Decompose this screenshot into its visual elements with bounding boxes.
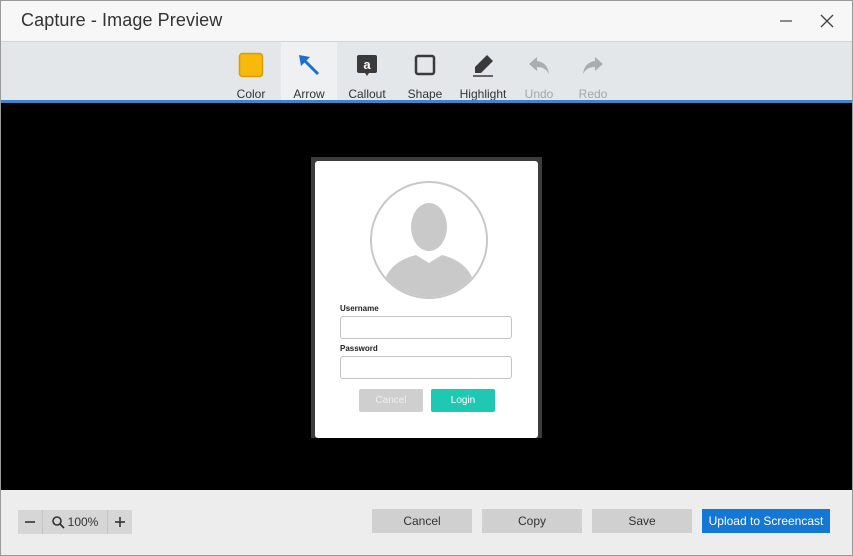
preview-login-button: Login — [431, 389, 495, 412]
tool-undo[interactable]: Undo — [511, 42, 567, 101]
minimize-button[interactable] — [771, 7, 801, 35]
copy-button[interactable]: Copy — [482, 509, 582, 533]
tool-label: Undo — [524, 87, 554, 101]
upload-to-screencast-button[interactable]: Upload to Screencast — [702, 509, 830, 533]
cancel-button[interactable]: Cancel — [372, 509, 472, 533]
tool-shape[interactable]: Shape — [397, 42, 453, 101]
save-button[interactable]: Save — [592, 509, 692, 533]
password-label: Password — [340, 344, 378, 353]
avatar-placeholder — [370, 181, 488, 299]
preview-cancel-button: Cancel — [359, 389, 423, 412]
tool-label: Highlight — [459, 87, 507, 101]
username-field — [340, 316, 512, 339]
preview-canvas[interactable]: Username Password Cancel Login — [1, 103, 852, 490]
capture-preview-window: Capture - Image Preview Color Arrow a Ca… — [0, 0, 853, 556]
tool-label: Callout — [348, 87, 386, 101]
zoom-out-button[interactable] — [18, 510, 42, 534]
shape-icon — [411, 51, 439, 79]
redo-icon — [579, 51, 607, 79]
annotation-toolbar: Color Arrow a Callout Shape Highlight Un… — [1, 41, 852, 101]
captured-image: Username Password Cancel Login — [311, 157, 542, 438]
zoom-in-button[interactable] — [108, 510, 132, 534]
zoom-level: 100% — [67, 515, 99, 529]
color-swatch-icon — [237, 51, 265, 79]
username-label: Username — [340, 304, 379, 313]
arrow-icon — [295, 51, 323, 79]
callout-icon: a — [353, 51, 381, 79]
close-icon — [820, 14, 834, 28]
minus-icon — [25, 521, 35, 523]
tool-label: Shape — [407, 87, 443, 101]
minimize-icon — [780, 20, 792, 22]
window-title: Capture - Image Preview — [21, 10, 223, 30]
tool-label: Redo — [578, 87, 608, 101]
title-bar: Capture - Image Preview — [1, 1, 852, 41]
login-dialog-preview: Username Password Cancel Login — [315, 161, 538, 438]
password-field — [340, 356, 512, 379]
tool-label: Arrow — [293, 87, 325, 101]
tool-label: Color — [236, 87, 266, 101]
tool-color[interactable]: Color — [223, 42, 279, 101]
bottom-bar: 100% Cancel Copy Save Upload to Screenca… — [1, 490, 852, 555]
user-silhouette-icon — [382, 203, 476, 297]
magnifier-icon — [51, 515, 65, 529]
svg-text:a: a — [363, 57, 371, 72]
plus-icon — [115, 517, 125, 527]
tool-arrow[interactable]: Arrow — [281, 42, 337, 101]
zoom-control: 100% — [18, 510, 132, 534]
undo-icon — [525, 51, 553, 79]
tool-callout[interactable]: a Callout — [339, 42, 395, 101]
zoom-level-display[interactable]: 100% — [42, 510, 108, 534]
close-button[interactable] — [812, 7, 842, 35]
tool-highlight[interactable]: Highlight — [455, 42, 511, 101]
highlight-icon — [469, 51, 497, 79]
tool-redo[interactable]: Redo — [565, 42, 621, 101]
